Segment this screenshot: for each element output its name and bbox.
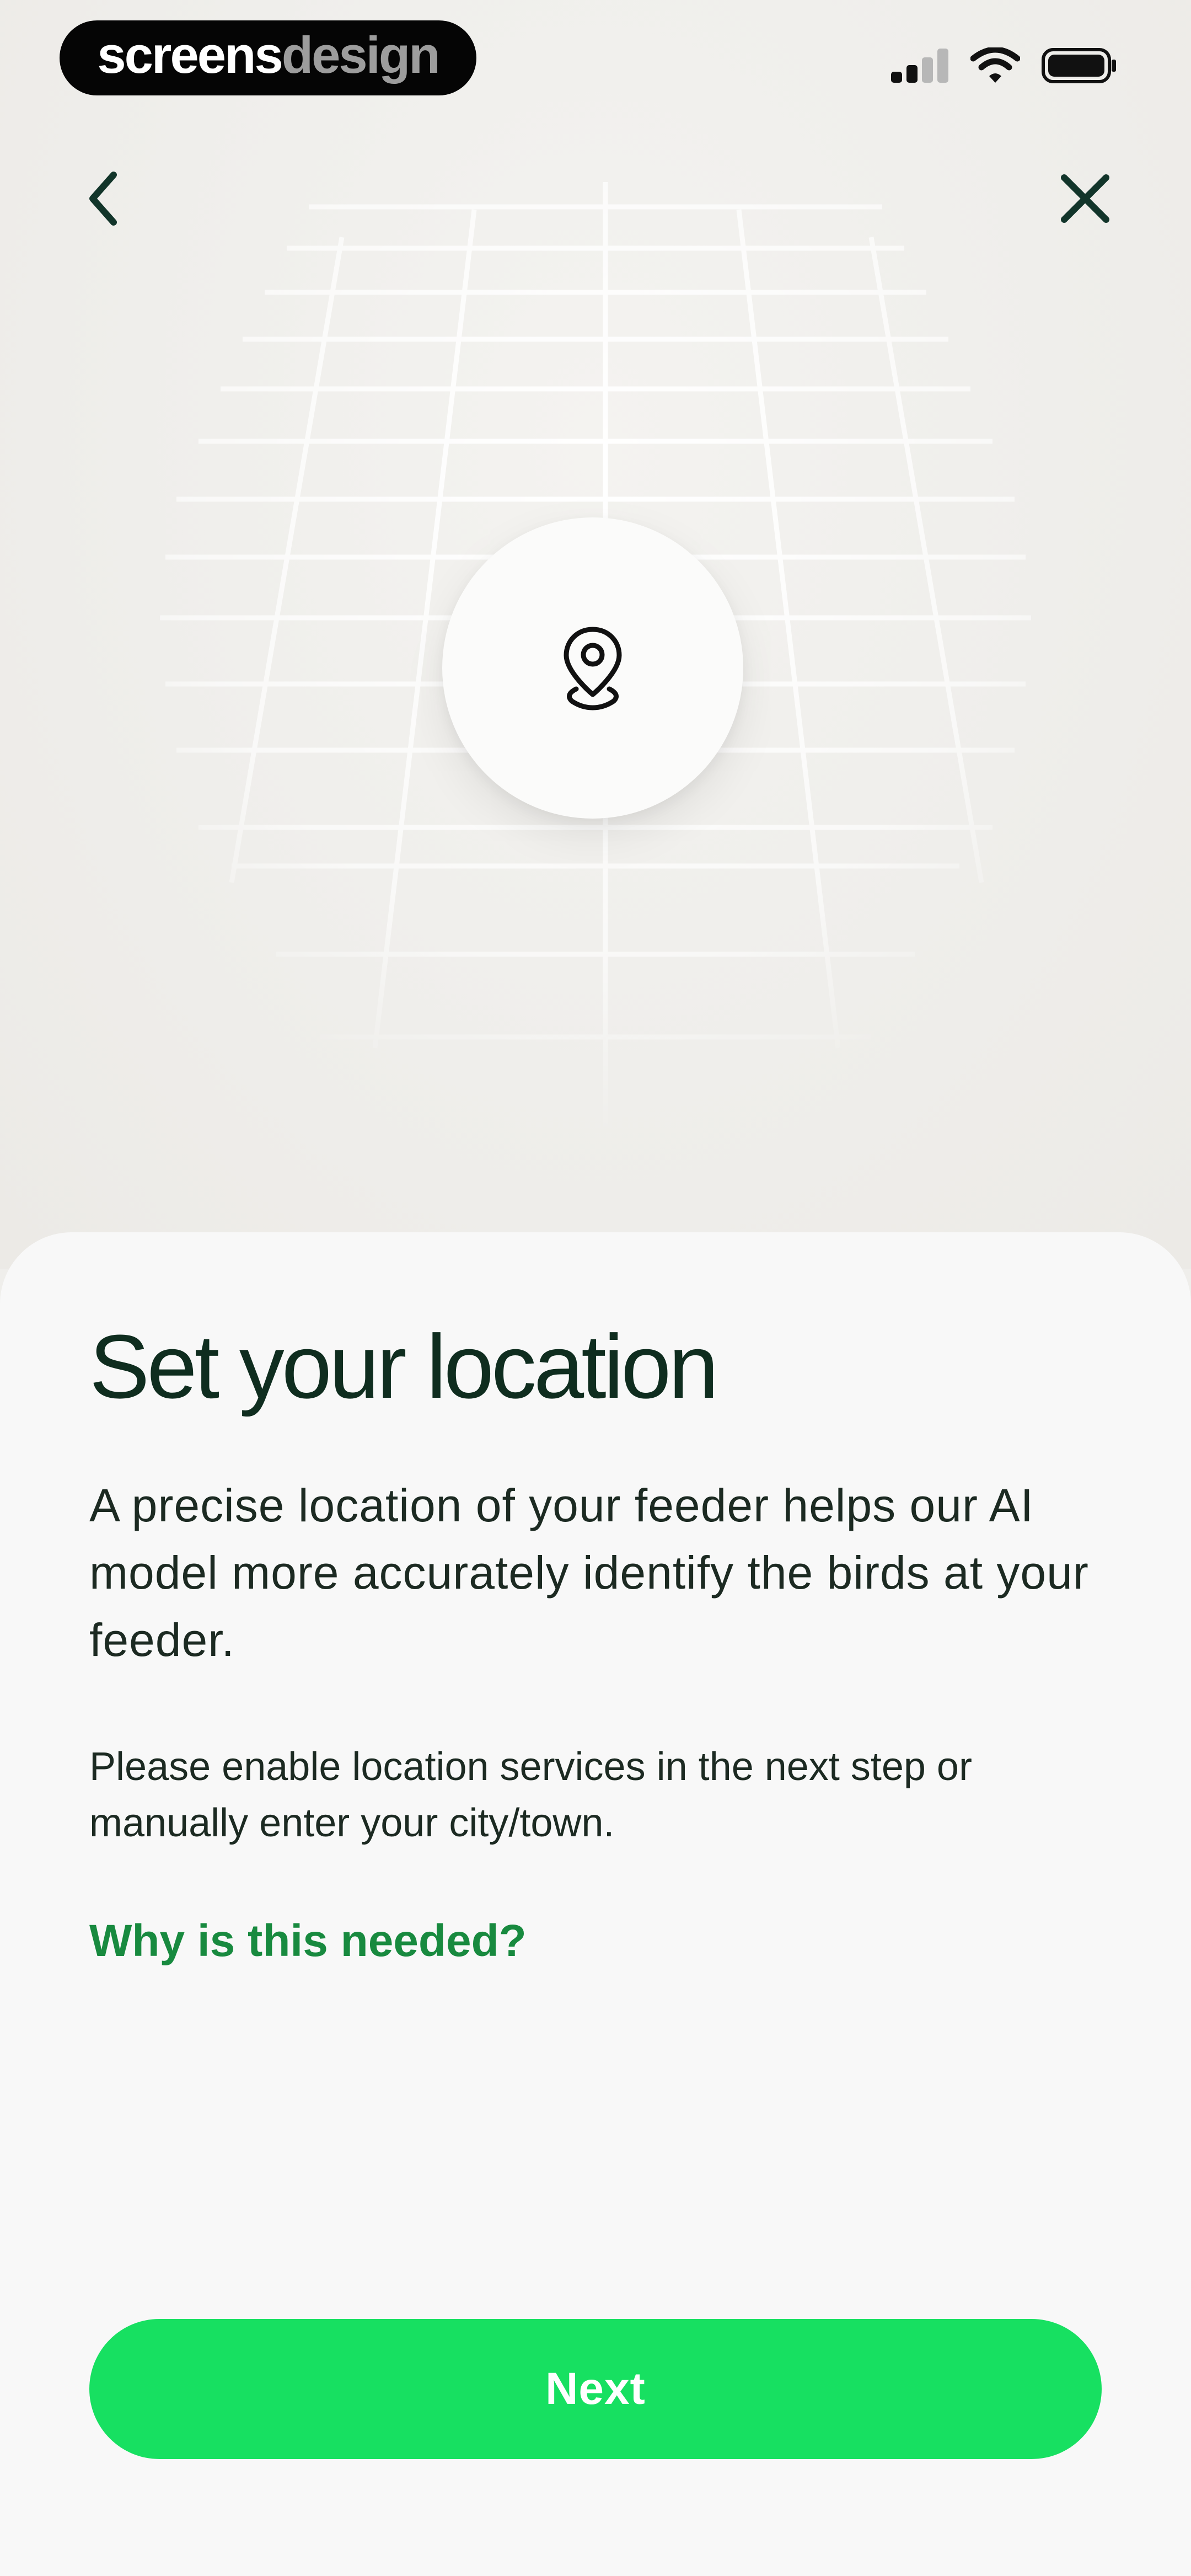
next-button[interactable]: Next <box>89 2319 1102 2459</box>
location-pin-icon <box>564 627 622 710</box>
watermark-text-screens: screens <box>97 26 283 84</box>
page-title: Set your location <box>89 1316 719 1417</box>
chevron-left-icon <box>89 172 117 226</box>
status-icons <box>891 46 1118 85</box>
close-icon <box>1061 174 1109 223</box>
watermark-text-design: design <box>281 26 441 84</box>
back-button[interactable] <box>65 160 142 237</box>
screensdesign-watermark: screens design <box>60 20 476 95</box>
why-needed-link[interactable]: Why is this needed? <box>89 1915 527 1967</box>
close-button[interactable] <box>1047 160 1124 237</box>
cellular-signal-icon <box>891 49 948 83</box>
wifi-icon <box>970 47 1020 83</box>
description-text: A precise location of your feeder helps … <box>89 1479 1089 1666</box>
battery-icon <box>1042 48 1116 83</box>
location-illustration <box>442 517 743 819</box>
onboarding-location-screen: screens design Set your location A preci… <box>0 0 1191 2576</box>
hint-text: Please enable location services in the n… <box>89 1745 972 1845</box>
